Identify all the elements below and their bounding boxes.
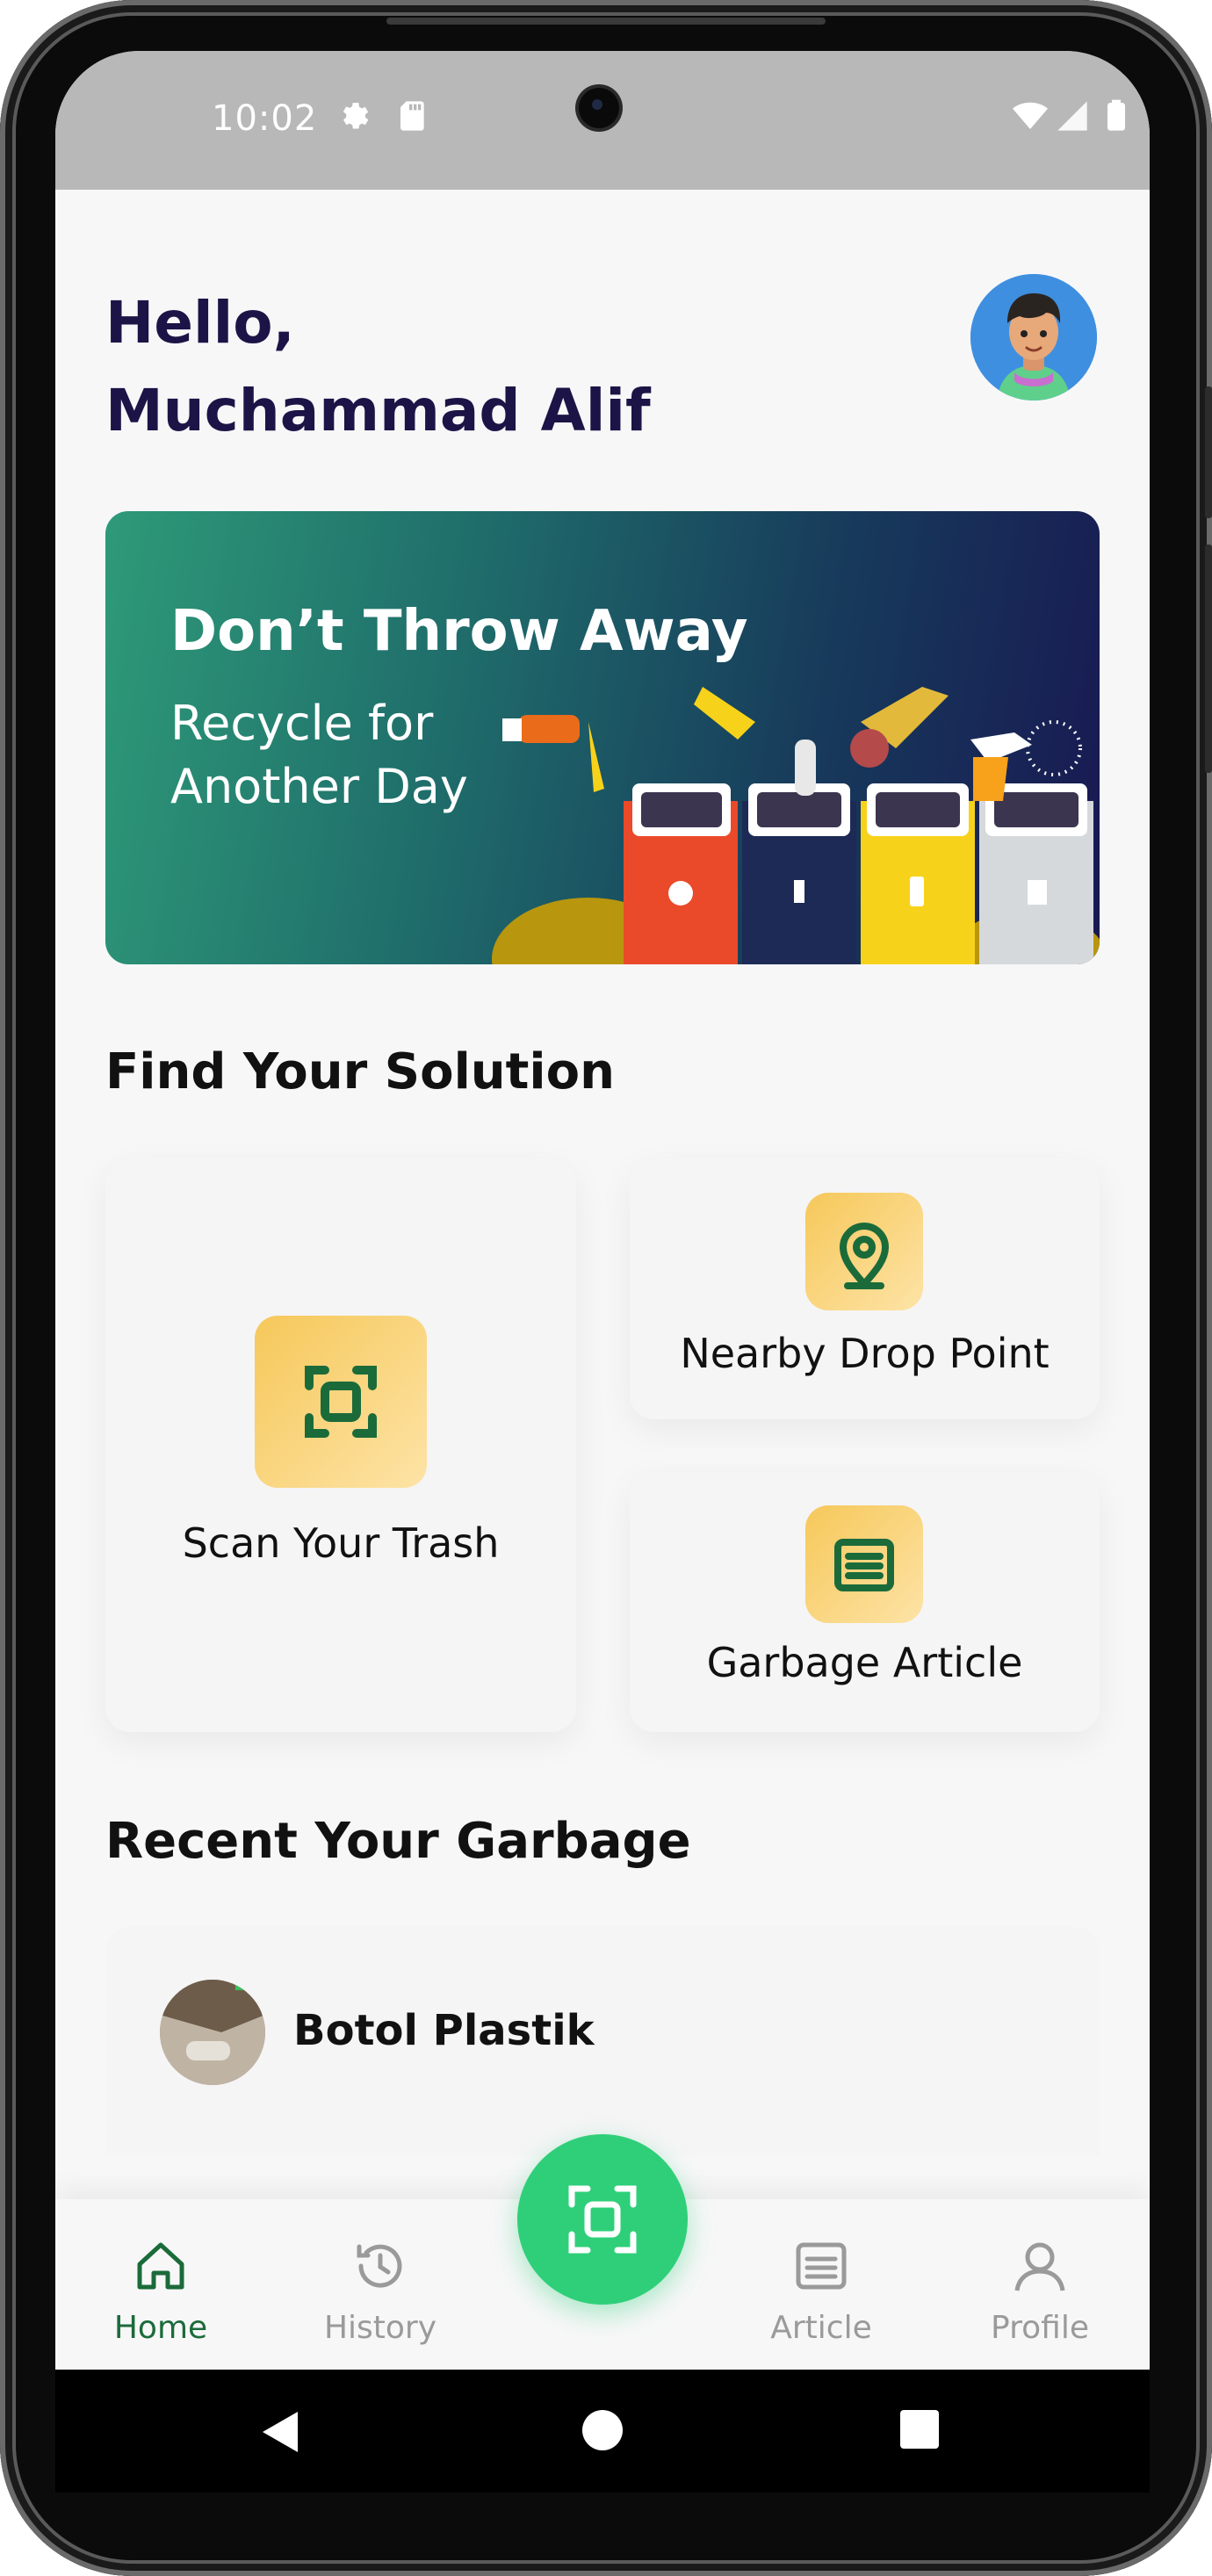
home-icon <box>137 2242 184 2290</box>
recent-item[interactable]: Botol Plastik <box>105 1927 1100 2155</box>
status-bar: 10:02 <box>55 51 1150 190</box>
nav-home[interactable]: Home <box>86 2234 235 2346</box>
nav-home-label: Home <box>113 2310 208 2346</box>
article-icon-tile <box>805 1505 923 1623</box>
nav-article[interactable]: Article <box>747 2234 896 2346</box>
power-button <box>1205 545 1212 773</box>
status-time: 10:02 <box>212 98 318 139</box>
solutions-title: Find Your Solution <box>105 1043 615 1100</box>
scan-trash-card[interactable]: Scan Your Trash <box>105 1159 576 1732</box>
home-system-button[interactable] <box>582 2410 623 2450</box>
promo-banner[interactable]: Don’t Throw Away Recycle for Another Day <box>105 511 1100 964</box>
nav-history[interactable]: History <box>306 2234 455 2346</box>
settings-icon <box>343 103 369 129</box>
system-nav-bar <box>55 2370 1150 2493</box>
location-icon-tile <box>805 1193 923 1310</box>
greeting-user-name: Muchammad Alif <box>105 377 651 444</box>
garbage-article-label: Garbage Article <box>706 1639 1023 1686</box>
frame-speaker-line <box>386 18 826 25</box>
greeting-hello: Hello, <box>105 289 295 357</box>
recent-title: Recent Your Garbage <box>105 1813 691 1870</box>
banner-title: Don’t Throw Away <box>170 599 748 664</box>
scan-icon-tile <box>255 1316 427 1488</box>
avatar[interactable] <box>970 274 1097 400</box>
scan-icon <box>305 1366 377 1438</box>
nearby-drop-point-card[interactable]: Nearby Drop Point <box>630 1159 1100 1419</box>
recent-item-name: Botol Plastik <box>293 2006 595 2055</box>
profile-icon <box>1014 2242 1065 2291</box>
recent-item-thumbnail <box>160 1980 265 2085</box>
location-pin-icon <box>840 1223 889 1289</box>
nav-article-label: Article <box>770 2310 872 2346</box>
garbage-article-card[interactable]: Garbage Article <box>630 1472 1100 1732</box>
recycle-bins-illustration <box>492 687 1100 964</box>
app-screen: 10:02 Hello, Muchammad Alif Don’t Throw … <box>55 51 1150 2370</box>
recents-system-button[interactable] <box>900 2410 939 2449</box>
battery-icon <box>1107 99 1125 131</box>
plastic-bottle-photo <box>160 1980 265 2085</box>
volume-button <box>1205 386 1212 518</box>
nav-profile-label: Profile <box>991 2310 1089 2346</box>
scan-fab-button[interactable] <box>517 2134 688 2305</box>
back-icon[interactable] <box>259 2410 301 2454</box>
nav-history-label: History <box>323 2310 437 2346</box>
scan-trash-label: Scan Your Trash <box>182 1519 500 1567</box>
scan-icon <box>568 2185 637 2254</box>
front-camera <box>579 88 619 128</box>
nav-profile[interactable]: Profile <box>965 2234 1115 2346</box>
greeting: Hello, Muchammad Alif <box>105 279 651 455</box>
signal-icon <box>1057 101 1087 131</box>
nearby-drop-point-label: Nearby Drop Point <box>680 1330 1050 1377</box>
wifi-icon <box>1013 102 1048 129</box>
sd-card-icon <box>400 101 424 131</box>
history-icon <box>357 2244 402 2288</box>
article-icon <box>834 1539 894 1591</box>
avatar-illustration <box>970 274 1097 400</box>
article-icon <box>796 2242 847 2290</box>
